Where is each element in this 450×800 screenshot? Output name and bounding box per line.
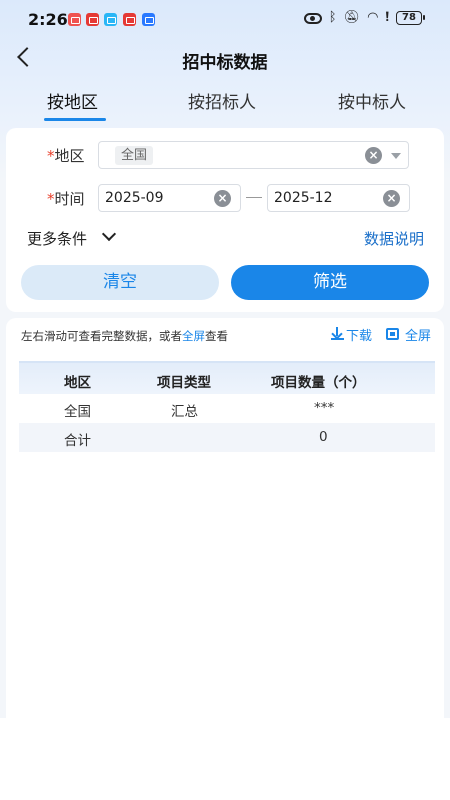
nav-bar: 招中标数据 <box>0 40 450 78</box>
tab-by-winner[interactable]: 按中标人 <box>338 88 406 113</box>
clear-icon[interactable]: × <box>383 190 400 207</box>
clear-icon[interactable]: × <box>365 147 382 164</box>
notification-icon <box>86 13 99 26</box>
data-description-link[interactable]: 数据说明 <box>364 228 424 249</box>
notification-icon <box>68 13 81 26</box>
filter-button[interactable]: 筛选 <box>231 265 429 300</box>
start-date-field[interactable]: 2025-09 × <box>98 184 241 212</box>
notification-icon <box>123 13 136 26</box>
active-tab-indicator <box>44 118 106 121</box>
mute-icon: 🔕︎ <box>343 10 361 25</box>
date-range-separator <box>246 197 262 198</box>
region-chip: 全国 <box>115 146 154 165</box>
download-button[interactable]: 下载 <box>346 325 372 344</box>
caret-down-icon[interactable] <box>391 153 401 159</box>
column-header: 项目数量（个） <box>271 375 366 391</box>
eye-icon <box>303 12 322 24</box>
download-icon-base <box>331 338 344 340</box>
end-date-field[interactable]: 2025-12 × <box>267 184 410 212</box>
alert-icon: ❗︎ <box>385 10 389 25</box>
table-cell: *** <box>314 400 335 416</box>
status-time: 2:26 <box>28 10 68 29</box>
bottom-area <box>0 718 450 800</box>
fullscreen-hint-link[interactable]: 全屏 <box>182 329 205 343</box>
region-label: *地区 <box>47 147 85 165</box>
table-cell: 全国 <box>64 404 91 420</box>
end-date-value: 2025-12 <box>274 190 333 206</box>
bluetooth-icon: ᛒ <box>328 10 337 25</box>
time-label: *时间 <box>47 190 85 208</box>
start-date-value: 2025-09 <box>105 190 164 206</box>
tab-bar: 按地区 按招标人 按中标人 <box>0 86 450 122</box>
table-header: 地区 项目类型 项目数量（个） <box>19 361 435 394</box>
data-table: 地区 项目类型 项目数量（个） 全国 汇总 *** 合计 0 <box>19 361 435 452</box>
region-select[interactable]: 全国 × <box>98 141 409 169</box>
notification-icon <box>104 13 117 26</box>
scroll-hint: 左右滑动可查看完整数据，或者全屏查看 <box>21 329 228 343</box>
tab-by-region[interactable]: 按地区 <box>47 88 98 113</box>
wifi-icon: ◠ <box>367 10 379 25</box>
chevron-down-icon[interactable] <box>101 226 117 242</box>
app-background: 2:26 ᛒ 🔕︎ ◠ ❗︎ 78 招中标数据 按地区 按招标人 按中标人 *地… <box>0 0 450 718</box>
battery-icon: 78 <box>396 11 425 25</box>
fullscreen-button[interactable]: 全屏 <box>405 325 431 344</box>
column-header: 地区 <box>64 375 91 391</box>
page-title: 招中标数据 <box>182 53 268 73</box>
column-header: 项目类型 <box>157 375 211 391</box>
results-card: 左右滑动可查看完整数据，或者全屏查看 下载 全屏 地区 项目类型 项目数量（个）… <box>6 318 444 718</box>
table-row[interactable]: 合计 0 <box>19 423 435 452</box>
tab-by-tenderer[interactable]: 按招标人 <box>188 88 256 113</box>
table-cell: 汇总 <box>171 404 198 420</box>
status-bar: 2:26 ᛒ 🔕︎ ◠ ❗︎ 78 <box>0 0 450 40</box>
table-cell: 0 <box>319 429 328 445</box>
more-conditions-toggle[interactable]: 更多条件 <box>27 228 87 249</box>
clear-icon[interactable]: × <box>214 190 231 207</box>
fullscreen-icon[interactable] <box>386 328 399 340</box>
table-row[interactable]: 全国 汇总 *** <box>19 394 435 423</box>
table-cell: 合计 <box>64 433 91 449</box>
filter-card: *地区 全国 × *时间 2025-09 × 2025-12 × 更多条件 数据… <box>6 128 444 312</box>
clear-button[interactable]: 清空 <box>21 265 219 300</box>
notification-icon <box>142 13 155 26</box>
